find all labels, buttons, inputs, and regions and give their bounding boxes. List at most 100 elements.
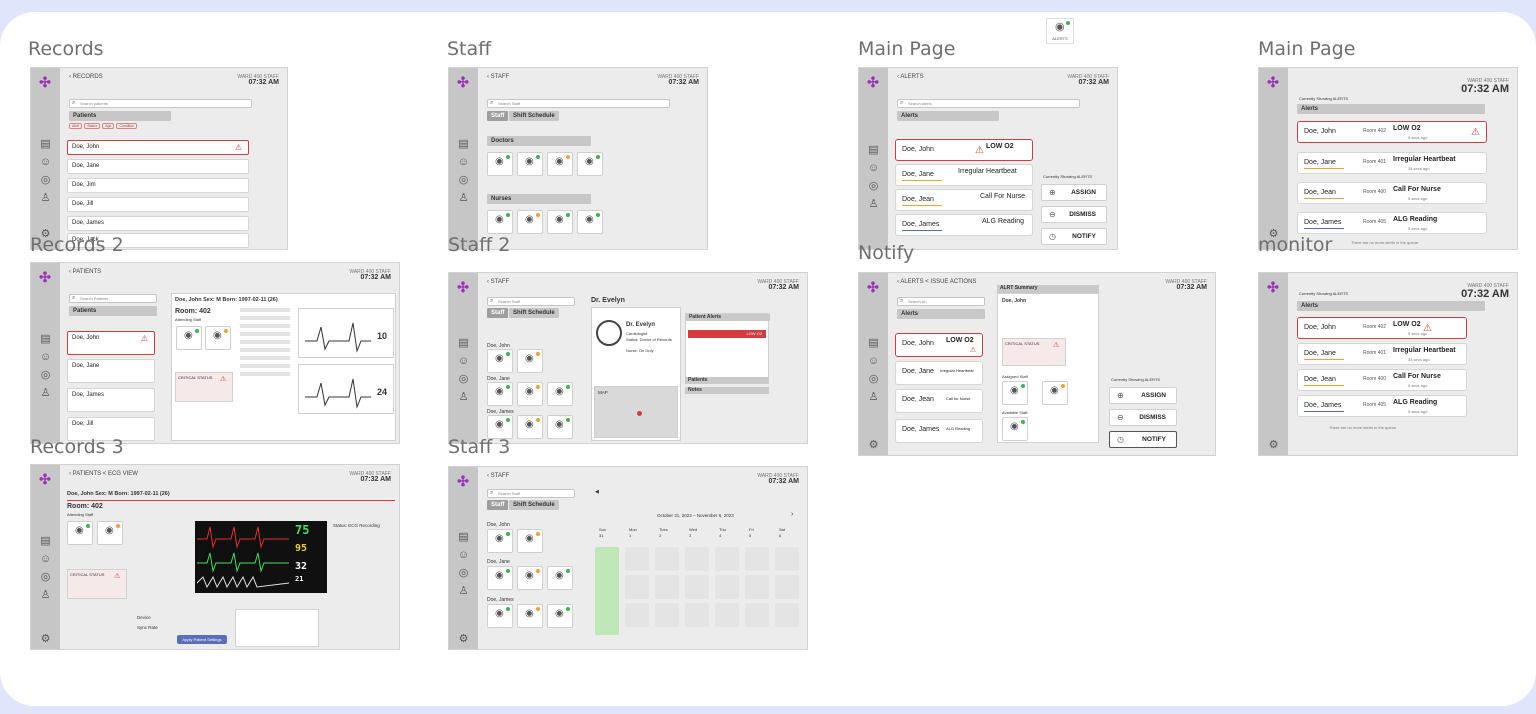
alert-card[interactable]: Doe, Jane Irregular Heartbeat (895, 164, 1033, 186)
assign-button[interactable]: ⊕ ASSIGN (1041, 184, 1107, 201)
staff-tile[interactable] (487, 210, 513, 234)
patient-row[interactable]: Doe, Jane (67, 159, 249, 174)
filter-chip[interactable]: Alert (69, 123, 83, 129)
calendar-cell[interactable] (655, 575, 679, 599)
filter-chip[interactable]: Condition (116, 123, 138, 129)
staff-icon[interactable]: ☺ (457, 355, 470, 368)
staff-icon[interactable]: ☺ (457, 156, 470, 169)
staff-tile[interactable] (547, 604, 573, 628)
tab-patients[interactable]: Patients (69, 306, 157, 316)
user-icon[interactable]: ♙ (39, 387, 52, 400)
user-icon[interactable]: ♙ (867, 198, 880, 211)
calendar-cell[interactable] (685, 547, 709, 571)
calendar-cell[interactable] (685, 603, 709, 627)
monitor-icon[interactable]: ◎ (867, 373, 880, 386)
staff-icon[interactable]: ☺ (39, 156, 52, 169)
staff-tile[interactable] (487, 349, 513, 373)
alert-card[interactable]: Doe, John Room 402 LOW O2 5 secs ago ⚠ (1297, 317, 1467, 339)
available-staff-tile[interactable] (1002, 417, 1028, 441)
alert-card[interactable]: Doe, James Room 405 ALG Reading 5 secs a… (1297, 395, 1467, 417)
dismiss-button[interactable]: ⊖ DISMISS (1041, 206, 1107, 223)
calendar-cell[interactable] (715, 603, 739, 627)
search-input[interactable]: Search Patients (69, 294, 157, 303)
calendar-cell[interactable] (625, 575, 649, 599)
alert-card[interactable]: Doe, James Room 405 ALG Reading 5 secs a… (1297, 212, 1487, 234)
doctor-tile[interactable] (97, 521, 123, 545)
staff-tile[interactable] (487, 566, 513, 590)
back-button[interactable]: ‹ STAFF (487, 279, 509, 285)
assign-button[interactable]: ⊕ ASSIGN (1109, 387, 1177, 404)
monitor-icon[interactable]: ◎ (39, 174, 52, 187)
settings-icon[interactable]: ⚙ (1267, 439, 1280, 452)
patient-row[interactable]: Doe, John ⚠ (67, 140, 249, 155)
patient-row[interactable]: Doe, Jim (67, 178, 249, 193)
settings-icon[interactable]: ⚙ (867, 439, 880, 452)
apply-settings-button[interactable]: Apply Patient Settings (177, 635, 227, 644)
user-icon[interactable]: ♙ (39, 192, 52, 205)
user-icon[interactable]: ♙ (457, 585, 470, 598)
calendar-cell[interactable] (655, 547, 679, 571)
tab-shift-schedule[interactable]: Shift Schedule (509, 308, 559, 318)
staff-tile[interactable] (517, 382, 543, 406)
monitor-icon[interactable]: ◎ (457, 567, 470, 580)
back-button[interactable]: ‹ ALERTS < ISSUE ACTIONS (897, 279, 976, 285)
filter-chip[interactable]: Status (84, 123, 101, 129)
patient-row[interactable]: Doe, Jane (67, 359, 155, 383)
alert-card[interactable]: Doe, John LOW O2 ⚠ (895, 139, 1033, 161)
user-icon[interactable]: ♙ (457, 192, 470, 205)
assigned-staff-tile[interactable] (1002, 381, 1028, 405)
alerts-float-icon[interactable]: ◉ ALERTS (1046, 18, 1074, 44)
search-input[interactable]: Search Staff (487, 99, 670, 108)
calendar-cell[interactable] (775, 547, 799, 571)
staff-tile[interactable] (547, 210, 573, 234)
records-icon[interactable]: ▤ (457, 138, 470, 151)
filter-chips[interactable]: Alert Status Age Condition (69, 123, 139, 130)
alert-card[interactable]: Doe, Jane Irregular Heartbeat (895, 361, 983, 385)
records-icon[interactable]: ▤ (457, 531, 470, 544)
search-input[interactable]: Search Ari (897, 297, 985, 306)
monitor-icon[interactable]: ◎ (457, 174, 470, 187)
monitor-icon[interactable]: ◎ (39, 369, 52, 382)
staff-icon[interactable]: ☺ (457, 549, 470, 562)
monitor-icon[interactable]: ◎ (39, 571, 52, 584)
assigned-staff-tile[interactable] (1042, 381, 1068, 405)
tab-staff[interactable]: Staff (487, 308, 509, 318)
alert-card[interactable]: Doe, Jean Room 400 Call For Nurse 5 secs… (1297, 182, 1487, 204)
calendar-cell[interactable] (625, 603, 649, 627)
records-icon[interactable]: ▤ (867, 144, 880, 157)
records-icon[interactable]: ▤ (39, 535, 52, 548)
records-icon[interactable]: ▤ (39, 333, 52, 346)
alert-card[interactable]: Doe, Jean Room 400 Call For Nurse 5 secs… (1297, 369, 1467, 391)
staff-tile[interactable] (517, 415, 543, 439)
calendar-cell[interactable] (685, 575, 709, 599)
staff-tile[interactable] (487, 604, 513, 628)
alert-card[interactable]: Doe, Jane Room 401 Irregular Heartbeat 3… (1297, 343, 1467, 365)
staff-tile[interactable] (517, 210, 543, 234)
patient-row[interactable]: Doe, Jill (67, 197, 249, 212)
staff-tile[interactable] (487, 529, 513, 553)
search-input[interactable]: Search alerts (897, 99, 1080, 108)
calendar-cell[interactable] (775, 575, 799, 599)
alert-card[interactable]: Doe, Jean Call For Nurse (895, 189, 1033, 211)
calendar-cell[interactable] (745, 547, 769, 571)
map-panel[interactable]: MAP (594, 386, 678, 438)
alert-card[interactable]: Doe, James ALG Reading (895, 419, 983, 443)
staff-tile[interactable] (547, 382, 573, 406)
prev-week-icon[interactable]: ◀ (595, 489, 599, 495)
notify-button[interactable]: ◷ NOTIFY (1109, 431, 1177, 448)
back-button[interactable]: ‹ PATIENTS (69, 269, 101, 275)
back-button[interactable]: ‹ STAFF (487, 74, 509, 80)
patients-section[interactable]: Patients (685, 377, 769, 384)
user-icon[interactable]: ♙ (457, 391, 470, 404)
tab-alerts[interactable]: Alerts (1297, 104, 1485, 114)
back-button[interactable]: ‹ PATIENTS < ECG VIEW (69, 471, 138, 477)
patient-row[interactable]: Doe, John ⚠ (67, 331, 155, 355)
staff-tile[interactable] (547, 152, 573, 176)
records-icon[interactable]: ▤ (457, 337, 470, 350)
staff-tile[interactable] (487, 152, 513, 176)
calendar-cell[interactable] (715, 547, 739, 571)
tab-shift-schedule[interactable]: Shift Schedule (509, 111, 559, 121)
search-input[interactable]: Search patients (69, 99, 252, 108)
monitor-icon[interactable]: ◎ (867, 180, 880, 193)
notify-button[interactable]: ◷ NOTIFY (1041, 228, 1107, 245)
